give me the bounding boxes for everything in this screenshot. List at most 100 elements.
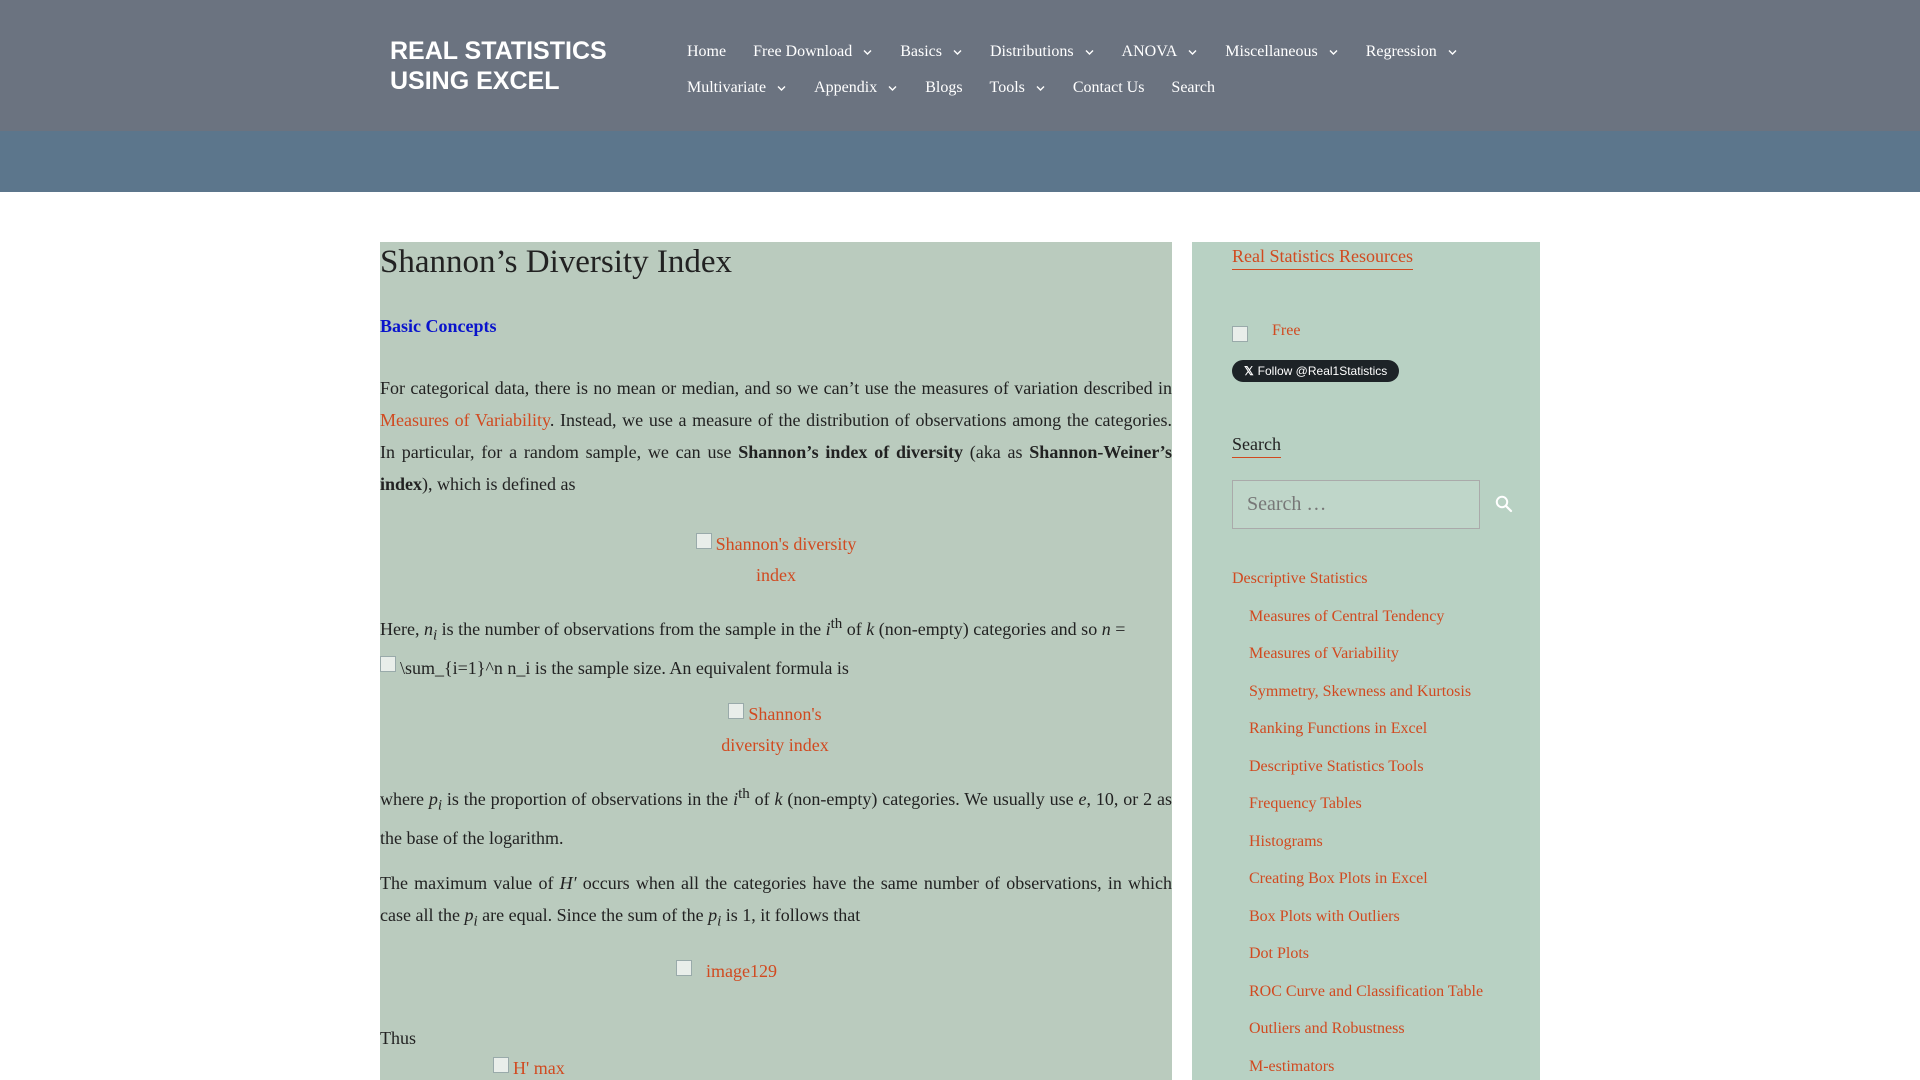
chevron-down-icon xyxy=(887,83,898,94)
header-band xyxy=(0,131,1920,192)
chevron-down-icon xyxy=(776,83,787,94)
broken-image-icon xyxy=(728,703,745,719)
superscript-th: th xyxy=(830,616,843,632)
nav-item-label: ANOVA xyxy=(1121,43,1178,60)
nav-item-distributions[interactable]: Distributions xyxy=(990,43,1095,61)
text: are equal. Since the sum of the xyxy=(477,905,709,925)
sidebar-item-dot-plots[interactable]: Dot Plots xyxy=(1232,943,1532,981)
formula-alt-text: H' max xyxy=(513,1058,565,1078)
site-title-line1[interactable]: REAL STATISTICS xyxy=(390,36,650,66)
sidebar-item-outliers-and-robustness[interactable]: Outliers and Robustness xyxy=(1232,1018,1532,1056)
var-p: p xyxy=(708,905,718,925)
nav-item-home[interactable]: Home xyxy=(687,43,726,61)
formula-image-4[interactable]: H' max xyxy=(493,1053,613,1080)
text: The maximum value of xyxy=(380,873,560,893)
nav-item-contact-us[interactable]: Contact Us xyxy=(1073,79,1145,97)
free-link-label: Free xyxy=(1272,322,1301,339)
text: (aka as xyxy=(962,442,1030,462)
search-icon[interactable] xyxy=(1494,494,1516,516)
chevron-down-icon xyxy=(1084,47,1095,58)
twitter-follow-button[interactable]: 𝕏 Follow @Real1Statistics xyxy=(1232,360,1400,382)
search-icon-svg xyxy=(1495,495,1513,513)
nav-item-appendix[interactable]: Appendix xyxy=(814,79,898,97)
formula-alt-text: image129 xyxy=(706,961,777,981)
sidebar-item-m-estimators[interactable]: M-estimators xyxy=(1232,1056,1532,1080)
nav-item-miscellaneous[interactable]: Miscellaneous xyxy=(1225,43,1338,61)
search-widget-title: Search xyxy=(1232,434,1281,458)
nav-item-label: Search xyxy=(1171,79,1215,96)
nav-item-free-download[interactable]: Free Download xyxy=(753,43,873,61)
text: (non-empty) categories. We usually use xyxy=(782,789,1079,809)
text: Here, xyxy=(380,619,424,639)
chevron-down-icon xyxy=(1447,47,1458,58)
text: is the number of observations from the s… xyxy=(437,619,826,639)
broken-image-icon xyxy=(493,1057,509,1073)
page-title: Shannon’s Diversity Index xyxy=(380,244,732,280)
broken-image-icon xyxy=(380,655,396,672)
nav-item-label: Blogs xyxy=(925,79,963,96)
nav-item-label: Distributions xyxy=(989,43,1074,60)
nav-item-label: Basics xyxy=(900,43,942,60)
free-download-link[interactable]: Free xyxy=(1232,322,1300,342)
nav-item-multivariate[interactable]: Multivariate xyxy=(687,79,787,97)
text: ), which is defined as xyxy=(422,474,576,494)
nav-item-blogs[interactable]: Blogs xyxy=(925,79,962,97)
sidebar-item-creating-box-plots-in-excel[interactable]: Creating Box Plots in Excel xyxy=(1232,868,1532,906)
nav-item-tools[interactable]: Tools xyxy=(990,79,1046,97)
var-n: n xyxy=(1101,619,1111,639)
resources-widget-title[interactable]: Real Statistics Resources xyxy=(1232,246,1413,270)
sidebar-item-measures-of-variability[interactable]: Measures of Variability xyxy=(1232,643,1532,681)
sidebar-item-descriptive-statistics[interactable]: Descriptive Statistics xyxy=(1232,568,1532,606)
chevron-down-icon xyxy=(1328,47,1339,58)
main-nav: Home Free Download Basics Distributions ANOV… xyxy=(687,34,1507,106)
sidebar-item-symmetry-skewness-and-kurtosis[interactable]: Symmetry, Skewness and Kurtosis xyxy=(1232,681,1532,719)
text: of xyxy=(749,789,775,809)
sidebar-item-histograms[interactable]: Histograms xyxy=(1232,831,1532,869)
sidebar: Real Statistics Resources Free 𝕏 Follow @… xyxy=(1192,242,1540,1080)
nav-row-1: Home Free Download Basics Distributions ANOV… xyxy=(687,34,1507,70)
var-p: p xyxy=(428,789,438,809)
sidebar-item-box-plots-with-outliers[interactable]: Box Plots with Outliers xyxy=(1232,906,1532,944)
var-h-prime: H′ xyxy=(559,873,577,893)
nav-item-label: Free Download xyxy=(753,43,853,60)
sidebar-item-measures-of-central-tendency[interactable]: Measures of Central Tendency xyxy=(1232,606,1532,644)
text: is 1, it follows that xyxy=(721,905,861,925)
paragraph-where: where pi is the proportion of observatio… xyxy=(380,778,1172,854)
sidebar-item-roc-curve-and-classification-table[interactable]: ROC Curve and Classification Table xyxy=(1232,981,1532,1019)
sidebar-item-frequency-tables[interactable]: Frequency Tables xyxy=(1232,793,1532,831)
site-title[interactable]: REAL STATISTICS USING EXCEL xyxy=(390,36,650,96)
chevron-down-icon xyxy=(1187,47,1198,58)
nav-item-regression[interactable]: Regression xyxy=(1366,43,1458,61)
nav-item-label: Home xyxy=(687,43,727,60)
paragraph-intro: For categorical data, there is no mean o… xyxy=(380,372,1172,500)
broken-image-icon xyxy=(1232,326,1248,342)
sidebar-item-descriptive-statistics-tools[interactable]: Descriptive Statistics Tools xyxy=(1232,756,1532,794)
superscript-th: th xyxy=(738,786,750,802)
sidebar-item-ranking-functions-in-excel[interactable]: Ranking Functions in Excel xyxy=(1232,718,1532,756)
text: (non-empty) categories and so xyxy=(874,619,1102,639)
formula-image-2[interactable]: Shannon's diversity index xyxy=(710,699,840,761)
formula-alt-text: Shannon's diversity index xyxy=(715,534,857,585)
search-input[interactable]: Search … xyxy=(1232,480,1480,529)
nav-item-label: Appendix xyxy=(814,79,878,96)
bold-term: Shannon’s index of diversity xyxy=(738,442,963,462)
measures-of-variability-link[interactable]: Measures of Variability xyxy=(380,410,550,430)
nav-item-basics[interactable]: Basics xyxy=(900,43,963,61)
nav-item-search[interactable]: Search xyxy=(1171,79,1215,97)
follow-label: Follow @Real1Statistics xyxy=(1257,364,1388,378)
article-content: Shannon’s Diversity Index Basic Concepts… xyxy=(380,242,1172,1080)
var-n: n xyxy=(423,619,433,639)
paragraph-maximum: The maximum value of H′ occurs when all … xyxy=(380,867,1172,938)
inline-formula-alt: \sum_{i=1}^n n_i xyxy=(400,657,531,678)
nav-item-anova[interactable]: ANOVA xyxy=(1122,43,1199,61)
formula-image-1[interactable]: Shannon's diversity index xyxy=(690,529,862,591)
site-title-line2[interactable]: USING EXCEL xyxy=(390,66,650,96)
paragraph-thus: Thus xyxy=(380,1028,416,1048)
var-k: k xyxy=(774,789,783,809)
text: where xyxy=(380,789,429,809)
text: is the sample size. An equivalent formul… xyxy=(530,657,849,678)
site-header: REAL STATISTICS USING EXCEL Home Free Dow… xyxy=(0,0,1920,131)
sidebar-nav-list: Descriptive Statistics Measures of Centra… xyxy=(1232,568,1532,1080)
formula-image-3[interactable]: image129 xyxy=(676,956,826,987)
broken-image-icon xyxy=(695,533,712,549)
